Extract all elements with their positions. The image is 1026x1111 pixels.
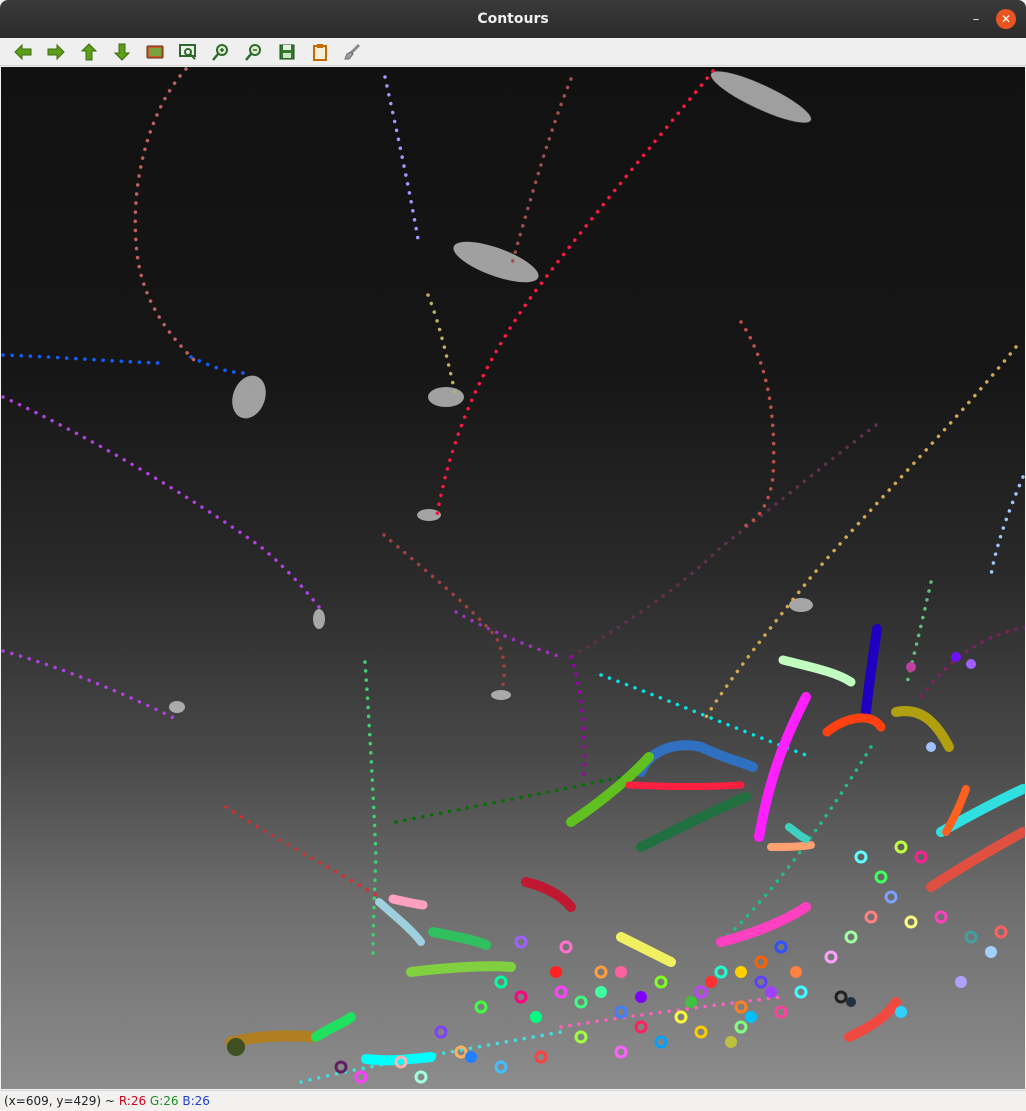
blob-green-mid xyxy=(428,927,491,950)
zoom-fit-button[interactable] xyxy=(171,39,204,65)
pixel-blue-value: B:26 xyxy=(182,1094,210,1108)
blob-pink-bottom xyxy=(716,902,811,947)
properties-button[interactable] xyxy=(336,39,369,65)
blob-lime-bottom xyxy=(406,961,516,977)
pixel-red-value: R:26 xyxy=(118,1094,147,1108)
arrow-right-icon xyxy=(47,43,65,60)
blob-orange xyxy=(822,713,886,737)
pixel-green-value: G:26 xyxy=(149,1094,179,1108)
toolbar xyxy=(0,38,1026,66)
close-button[interactable]: ✕ xyxy=(996,9,1016,29)
blob-salmon-bottom xyxy=(844,997,901,1042)
blob-steelblue xyxy=(636,740,758,777)
cursor-coords: (x=609, y=429) ~ xyxy=(4,1094,115,1108)
minimize-button[interactable]: – xyxy=(966,9,986,29)
blob-lightpink xyxy=(388,894,428,910)
blob-green-bottom xyxy=(311,1012,356,1042)
blob-salmon-right xyxy=(926,827,1025,892)
image-canvas[interactable] xyxy=(1,67,1025,1089)
title-bar: Contours – ✕ xyxy=(0,0,1026,38)
track-lightblue-right xyxy=(989,475,1025,577)
track-red-lower xyxy=(224,805,378,897)
track-maroon xyxy=(382,533,507,694)
save-button[interactable] xyxy=(270,39,303,65)
arrow-down-icon xyxy=(113,43,130,61)
blob-darkred xyxy=(521,877,576,912)
track-blue xyxy=(1,353,163,365)
track-violet xyxy=(1,395,325,614)
blob-navy xyxy=(861,624,882,717)
track-rose xyxy=(133,67,198,364)
zoom-in-icon xyxy=(211,43,228,61)
arrow-left-icon xyxy=(13,43,31,60)
save-icon xyxy=(279,44,294,59)
clutter-dots xyxy=(227,652,997,1063)
blob-pale-green xyxy=(778,655,856,687)
track-purple-mid xyxy=(569,655,587,781)
image-button[interactable] xyxy=(138,39,171,65)
blob-yellow-bottom xyxy=(616,932,676,967)
zoom-in-button[interactable] xyxy=(204,39,237,65)
zoom-out-icon xyxy=(244,43,261,61)
track-plum xyxy=(569,423,878,659)
pan-up-button[interactable] xyxy=(72,39,105,65)
blob-teal-mid xyxy=(785,823,810,843)
blob-olive-bottom xyxy=(225,1030,322,1048)
blob-yellow-green xyxy=(566,752,654,827)
track-red xyxy=(435,69,715,517)
clipboard-icon xyxy=(312,43,327,61)
blob-olive-right xyxy=(891,706,954,752)
track-blue-2 xyxy=(189,355,248,375)
arrow-up-icon xyxy=(80,42,97,60)
window-title: Contours xyxy=(477,11,549,27)
image-icon xyxy=(146,45,163,58)
pan-left-button[interactable] xyxy=(6,39,39,65)
track-green-vertical xyxy=(363,660,378,959)
zoom-fit-icon xyxy=(178,43,196,60)
zoom-out-button[interactable] xyxy=(237,39,270,65)
blob-magenta xyxy=(754,692,811,842)
status-bar: (x=609, y=429) ~ R:26 G:26 B:26 xyxy=(0,1090,1026,1111)
blob-crimson xyxy=(625,781,745,790)
track-olive xyxy=(426,293,458,399)
track-magenta-mid xyxy=(454,610,563,659)
track-lavender xyxy=(383,75,421,247)
track-brown-upper xyxy=(509,77,573,269)
pan-right-button[interactable] xyxy=(39,39,72,65)
blob-lightorange xyxy=(767,841,815,851)
bird-shapes xyxy=(169,71,813,713)
brush-icon xyxy=(343,43,360,59)
track-sienna-center xyxy=(737,320,776,531)
pan-down-button[interactable] xyxy=(105,39,138,65)
blob-darkgreen xyxy=(636,792,751,852)
track-violet-2 xyxy=(1,649,178,721)
contour-overlay xyxy=(1,67,1025,1084)
copy-clipboard-button[interactable] xyxy=(303,39,336,65)
